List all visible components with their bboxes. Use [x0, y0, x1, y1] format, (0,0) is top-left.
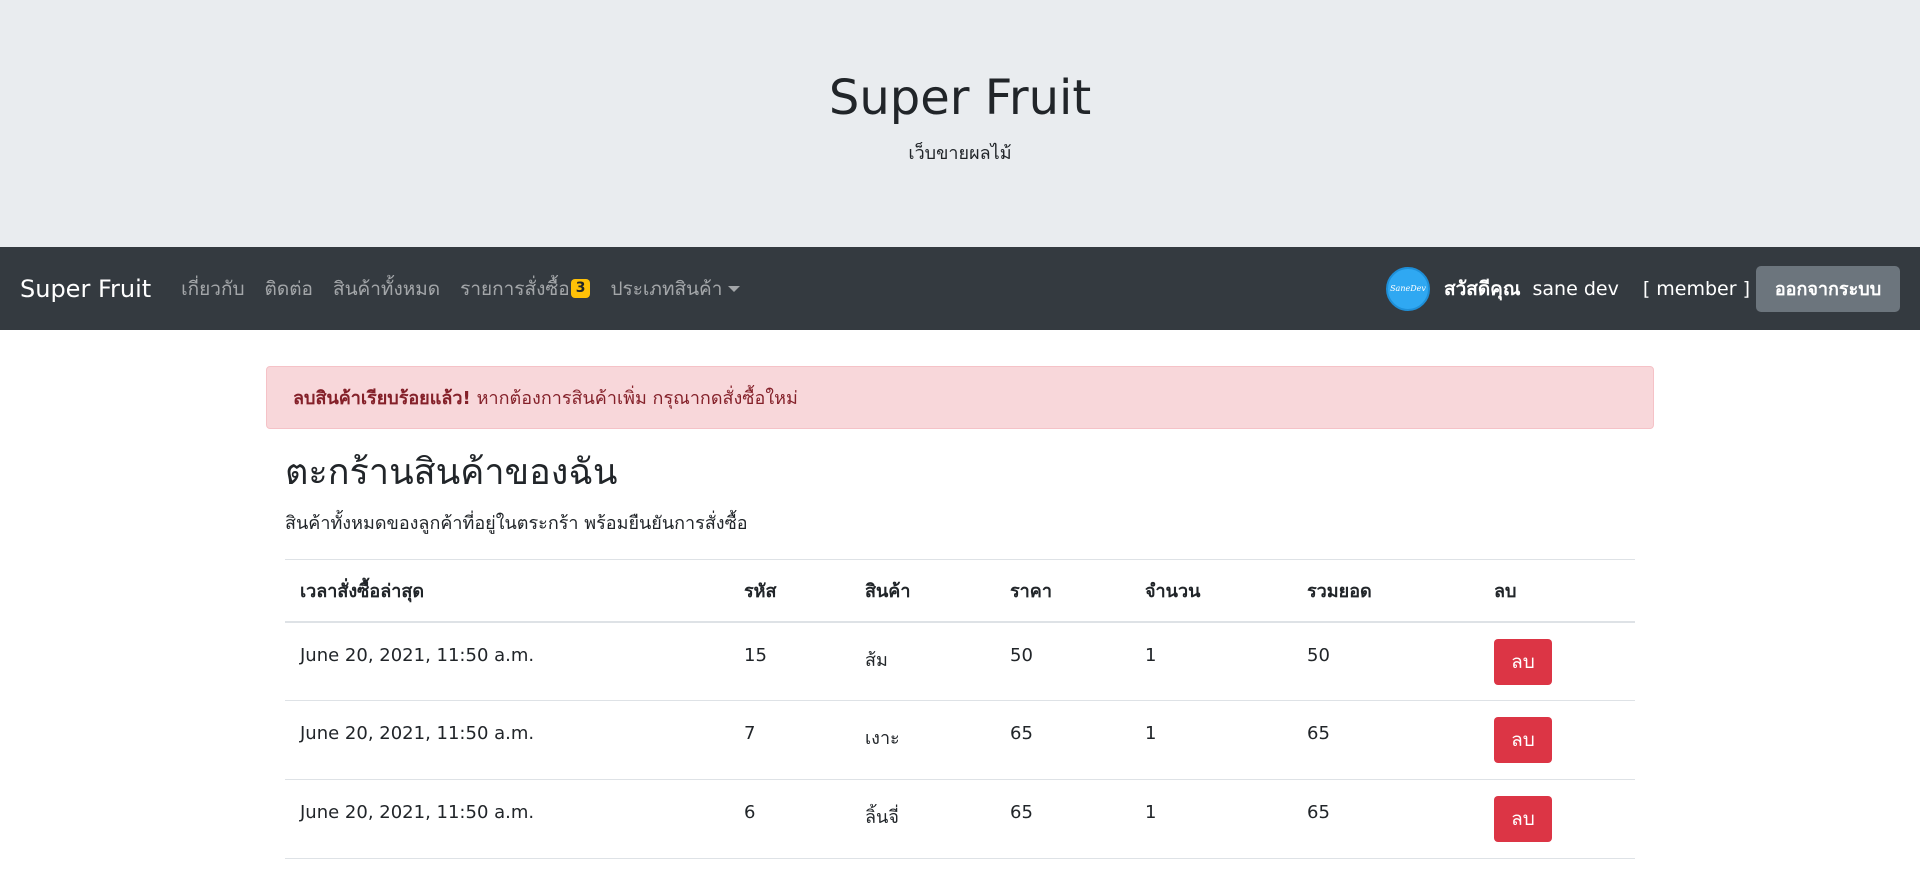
cell-total: 50: [1307, 644, 1330, 666]
jumbotron-header: Super Fruit เว็บขายผลไม้: [0, 0, 1920, 247]
alert-strong-text: ลบสินค้าเรียบร้อยแล้ว!: [293, 388, 471, 409]
cell-qty: 1: [1145, 802, 1157, 824]
user-area: SaneDev สวัสดีคุณ sane dev [ member ] ออ…: [1385, 247, 1900, 330]
delete-button[interactable]: ลบ: [1494, 796, 1552, 843]
cell-product: ลิ้นจี่: [865, 807, 899, 829]
nav-link-about-label: เกี่ยวกับ: [181, 277, 245, 300]
caret-down-icon: [728, 285, 741, 292]
page-description: สินค้าทั้งหมดของลูกค้าที่อยู่ในตระกร้า พ…: [285, 513, 748, 535]
cell-price: 65: [1010, 802, 1033, 824]
logout-button[interactable]: ออกจากระบบ: [1756, 265, 1900, 312]
nav-links: เกี่ยวกับ ติดต่อ สินค้าทั้งหมด รายการสั่…: [181, 274, 760, 304]
cell-product: เงาะ: [865, 728, 900, 750]
cell-id: 15: [744, 644, 767, 666]
greeting-text: สวัสดีคุณ: [1443, 277, 1521, 300]
user-role-text: [ member ]: [1642, 277, 1750, 300]
alert-danger: ลบสินค้าเรียบร้อยแล้ว! หากต้องการสินค้าเ…: [266, 366, 1654, 429]
col-header-price: ราคา: [1010, 580, 1052, 602]
cell-product: ส้ม: [865, 649, 888, 671]
col-header-id: รหัส: [744, 580, 777, 602]
site-subtitle: เว็บขายผลไม้: [908, 142, 1012, 164]
col-header-qty: จำนวน: [1145, 580, 1201, 602]
cell-time: June 20, 2021, 11:50 a.m.: [300, 802, 535, 824]
cell-delete: ลบ: [1479, 780, 1635, 859]
cell-id: 6: [744, 802, 756, 824]
navbar-brand[interactable]: Super Fruit: [20, 275, 151, 303]
cell-total: 65: [1307, 802, 1330, 824]
delete-button[interactable]: ลบ: [1494, 717, 1552, 764]
nav-link-orders-label: รายการสั่งซื้อ: [460, 277, 570, 300]
avatar[interactable]: SaneDev: [1385, 266, 1430, 311]
page-title: ตะกร้านสินค้าของฉัน: [285, 452, 618, 493]
col-header-product: สินค้า: [865, 580, 911, 602]
table-row: June 20, 2021, 11:50 a.m. 15 ส้ม 50 1 50…: [285, 622, 1635, 701]
cell-qty: 1: [1145, 723, 1157, 745]
col-header-total: รวมยอด: [1307, 580, 1372, 602]
orders-count-badge: 3: [570, 279, 591, 298]
col-header-delete: ลบ: [1494, 580, 1517, 602]
alert-message-text: หากต้องการสินค้าเพิ่ม กรุณากดสั่งซื้อใหม…: [476, 388, 798, 409]
table-row: June 20, 2021, 11:50 a.m. 6 ลิ้นจี่ 65 1…: [285, 780, 1635, 859]
cart-section: ตะกร้านสินค้าของฉัน สินค้าทั้งหมดของลูกค…: [266, 451, 1654, 859]
cell-delete: ลบ: [1479, 701, 1635, 780]
nav-link-orders[interactable]: รายการสั่งซื้อ 3: [460, 274, 591, 304]
table-row: June 20, 2021, 11:50 a.m. 7 เงาะ 65 1 65…: [285, 701, 1635, 780]
username-text: sane dev: [1532, 277, 1619, 300]
nav-dropdown-categories-label: ประเภทสินค้า: [610, 277, 723, 300]
cart-table: เวลาสั่งซื้อล่าสุด รหัส สินค้า ราคา จำนว…: [285, 559, 1635, 859]
cell-price: 65: [1010, 723, 1033, 745]
nav-link-contact[interactable]: ติดต่อ: [265, 274, 313, 304]
cell-time: June 20, 2021, 11:50 a.m.: [300, 723, 535, 745]
cell-price: 50: [1010, 644, 1033, 666]
table-header-row: เวลาสั่งซื้อล่าสุด รหัส สินค้า ราคา จำนว…: [285, 559, 1635, 622]
delete-button[interactable]: ลบ: [1494, 638, 1552, 685]
site-title: Super Fruit: [828, 70, 1092, 127]
col-header-time: เวลาสั่งซื้อล่าสุด: [300, 580, 425, 602]
nav-link-about[interactable]: เกี่ยวกับ: [181, 274, 244, 304]
nav-dropdown-categories[interactable]: ประเภทสินค้า: [610, 274, 741, 304]
nav-link-all-products[interactable]: สินค้าทั้งหมด: [333, 274, 440, 304]
navbar: Super Fruit เกี่ยวกับ ติดต่อ สินค้าทั้งห…: [0, 247, 1920, 330]
cell-time: June 20, 2021, 11:50 a.m.: [300, 644, 535, 666]
cell-qty: 1: [1145, 644, 1157, 666]
nav-link-contact-label: ติดต่อ: [264, 277, 313, 300]
cell-total: 65: [1307, 723, 1330, 745]
nav-link-all-products-label: สินค้าทั้งหมด: [332, 277, 441, 300]
cell-id: 7: [744, 723, 756, 745]
cell-delete: ลบ: [1479, 622, 1635, 701]
main-container: ลบสินค้าเรียบร้อยแล้ว! หากต้องการสินค้าเ…: [266, 366, 1654, 859]
avatar-logo-text: SaneDev: [1390, 284, 1426, 293]
